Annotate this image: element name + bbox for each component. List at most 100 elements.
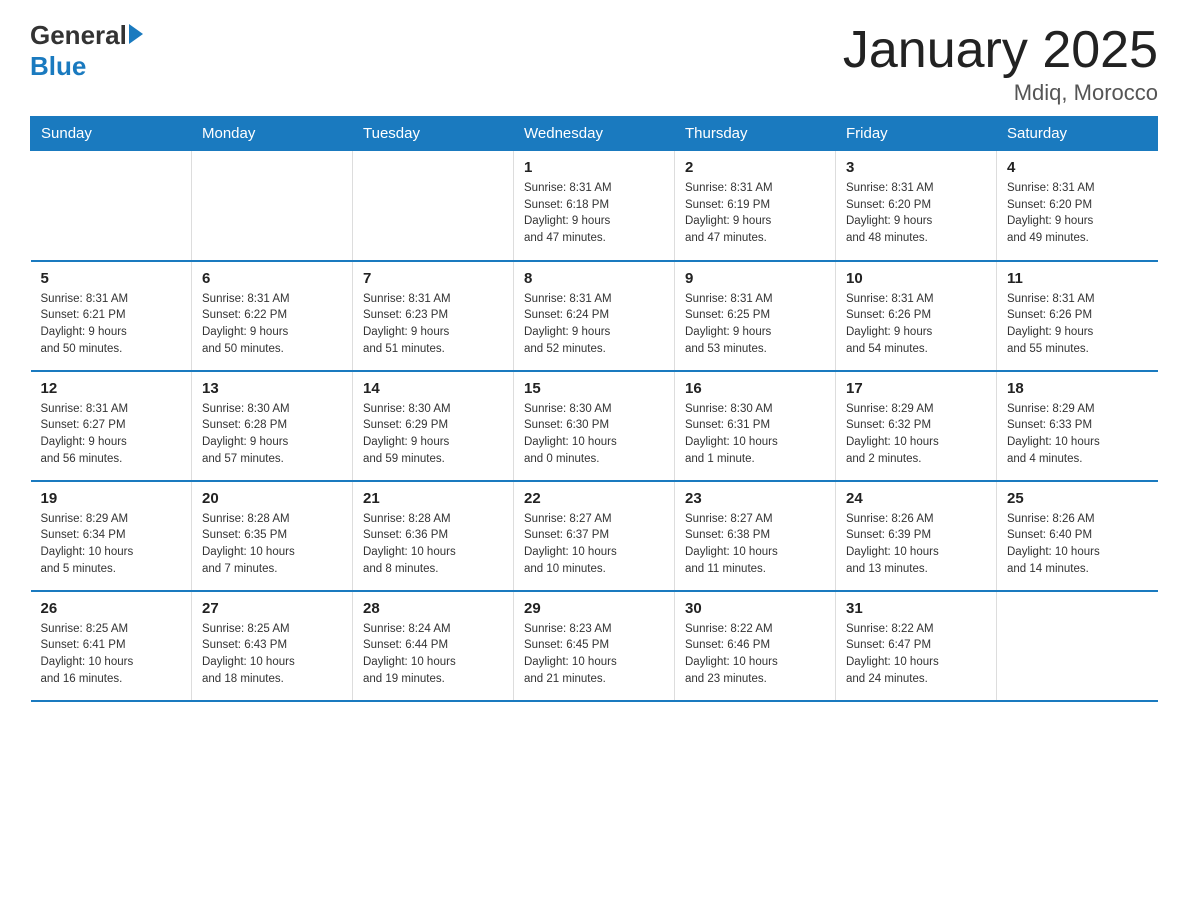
day-number: 15 xyxy=(524,380,664,397)
day-info: Sunrise: 8:25 AM Sunset: 6:43 PM Dayligh… xyxy=(202,621,342,688)
calendar-title: January 2025 xyxy=(843,20,1158,80)
calendar-cell: 24Sunrise: 8:26 AM Sunset: 6:39 PM Dayli… xyxy=(836,481,997,591)
calendar-cell: 1 Sunrise: 8:31 AM Sunset: 6:18 PM Daylig… xyxy=(514,151,675,261)
title-block: January 2025 Mdiq, Morocco xyxy=(843,20,1158,106)
day-info: Sunrise: 8:30 AM Sunset: 6:28 PM Dayligh… xyxy=(202,401,342,468)
calendar-week-row: 19Sunrise: 8:29 AM Sunset: 6:34 PM Dayli… xyxy=(31,481,1158,591)
day-number: 11 xyxy=(1007,270,1148,287)
day-info: Sunrise: 8:31 AM Sunset: 6:24 PM Dayligh… xyxy=(524,291,664,358)
day-number: 20 xyxy=(202,490,342,507)
calendar-cell: 27Sunrise: 8:25 AM Sunset: 6:43 PM Dayli… xyxy=(192,591,353,701)
day-number: 28 xyxy=(363,600,503,617)
calendar-week-row: 1 Sunrise: 8:31 AM Sunset: 6:18 PM Daylig… xyxy=(31,151,1158,261)
day-info: Sunrise: 8:31 AM Sunset: 6:21 PM Dayligh… xyxy=(41,291,182,358)
calendar-cell: 14 Sunrise: 8:30 AM Sunset: 6:29 PM Dayli… xyxy=(353,371,514,481)
day-info: Sunrise: 8:22 AM Sunset: 6:47 PM Dayligh… xyxy=(846,621,986,688)
day-number: 7 xyxy=(363,270,503,287)
calendar-cell: 20 Sunrise: 8:28 AM Sunset: 6:35 PM Dayli… xyxy=(192,481,353,591)
day-info: Sunrise: 8:27 AM Sunset: 6:38 PM Dayligh… xyxy=(685,511,825,578)
day-info: Sunrise: 8:31 AM Sunset: 6:23 PM Dayligh… xyxy=(363,291,503,358)
day-number: 14 xyxy=(363,380,503,397)
calendar-cell: 3 Sunrise: 8:31 AM Sunset: 6:20 PM Daylig… xyxy=(836,151,997,261)
day-number: 16 xyxy=(685,380,825,397)
day-number: 30 xyxy=(685,600,825,617)
day-info: Sunrise: 8:26 AM Sunset: 6:39 PM Dayligh… xyxy=(846,511,986,578)
calendar-cell: 29Sunrise: 8:23 AM Sunset: 6:45 PM Dayli… xyxy=(514,591,675,701)
calendar-cell: 9Sunrise: 8:31 AM Sunset: 6:25 PM Daylig… xyxy=(675,261,836,371)
day-info: Sunrise: 8:30 AM Sunset: 6:29 PM Dayligh… xyxy=(363,401,503,468)
day-info: Sunrise: 8:22 AM Sunset: 6:46 PM Dayligh… xyxy=(685,621,825,688)
calendar-cell: 19Sunrise: 8:29 AM Sunset: 6:34 PM Dayli… xyxy=(31,481,192,591)
day-header-saturday: Saturday xyxy=(997,117,1158,151)
day-number: 4 xyxy=(1007,159,1148,176)
day-number: 25 xyxy=(1007,490,1148,507)
calendar-week-row: 12 Sunrise: 8:31 AM Sunset: 6:27 PM Dayli… xyxy=(31,371,1158,481)
day-number: 17 xyxy=(846,380,986,397)
day-info: Sunrise: 8:31 AM Sunset: 6:22 PM Dayligh… xyxy=(202,291,342,358)
day-number: 9 xyxy=(685,270,825,287)
day-info: Sunrise: 8:31 AM Sunset: 6:19 PM Dayligh… xyxy=(685,180,825,247)
day-number: 13 xyxy=(202,380,342,397)
day-header-thursday: Thursday xyxy=(675,117,836,151)
calendar-cell: 10 Sunrise: 8:31 AM Sunset: 6:26 PM Dayli… xyxy=(836,261,997,371)
calendar-cell: 23 Sunrise: 8:27 AM Sunset: 6:38 PM Dayli… xyxy=(675,481,836,591)
calendar-cell: 18 Sunrise: 8:29 AM Sunset: 6:33 PM Dayli… xyxy=(997,371,1158,481)
calendar-cell: 28 Sunrise: 8:24 AM Sunset: 6:44 PM Dayli… xyxy=(353,591,514,701)
day-number: 5 xyxy=(41,270,182,287)
day-info: Sunrise: 8:29 AM Sunset: 6:33 PM Dayligh… xyxy=(1007,401,1148,468)
day-header-sunday: Sunday xyxy=(31,117,192,151)
day-number: 10 xyxy=(846,270,986,287)
day-number: 23 xyxy=(685,490,825,507)
calendar-cell: 11 Sunrise: 8:31 AM Sunset: 6:26 PM Dayli… xyxy=(997,261,1158,371)
day-info: Sunrise: 8:24 AM Sunset: 6:44 PM Dayligh… xyxy=(363,621,503,688)
calendar-cell: 30 Sunrise: 8:22 AM Sunset: 6:46 PM Dayli… xyxy=(675,591,836,701)
day-number: 12 xyxy=(41,380,182,397)
calendar-cell xyxy=(353,151,514,261)
day-number: 6 xyxy=(202,270,342,287)
day-number: 2 xyxy=(685,159,825,176)
calendar-cell: 15Sunrise: 8:30 AM Sunset: 6:30 PM Dayli… xyxy=(514,371,675,481)
day-header-friday: Friday xyxy=(836,117,997,151)
day-number: 26 xyxy=(41,600,182,617)
page-header: General Blue January 2025 Mdiq, Morocco xyxy=(30,20,1158,106)
calendar-cell xyxy=(192,151,353,261)
day-number: 1 xyxy=(524,159,664,176)
day-number: 31 xyxy=(846,600,986,617)
calendar-table: SundayMondayTuesdayWednesdayThursdayFrid… xyxy=(30,116,1158,702)
calendar-cell: 16Sunrise: 8:30 AM Sunset: 6:31 PM Dayli… xyxy=(675,371,836,481)
calendar-cell: 6 Sunrise: 8:31 AM Sunset: 6:22 PM Daylig… xyxy=(192,261,353,371)
day-info: Sunrise: 8:29 AM Sunset: 6:32 PM Dayligh… xyxy=(846,401,986,468)
day-number: 29 xyxy=(524,600,664,617)
day-info: Sunrise: 8:28 AM Sunset: 6:36 PM Dayligh… xyxy=(363,511,503,578)
day-number: 18 xyxy=(1007,380,1148,397)
day-number: 3 xyxy=(846,159,986,176)
calendar-week-row: 5 Sunrise: 8:31 AM Sunset: 6:21 PM Daylig… xyxy=(31,261,1158,371)
logo: General Blue xyxy=(30,20,143,82)
calendar-cell: 12 Sunrise: 8:31 AM Sunset: 6:27 PM Dayli… xyxy=(31,371,192,481)
day-info: Sunrise: 8:31 AM Sunset: 6:26 PM Dayligh… xyxy=(1007,291,1148,358)
day-number: 22 xyxy=(524,490,664,507)
calendar-cell xyxy=(31,151,192,261)
day-info: Sunrise: 8:31 AM Sunset: 6:27 PM Dayligh… xyxy=(41,401,182,468)
day-info: Sunrise: 8:31 AM Sunset: 6:18 PM Dayligh… xyxy=(524,180,664,247)
calendar-cell: 31 Sunrise: 8:22 AM Sunset: 6:47 PM Dayli… xyxy=(836,591,997,701)
day-header-tuesday: Tuesday xyxy=(353,117,514,151)
calendar-cell xyxy=(997,591,1158,701)
day-number: 21 xyxy=(363,490,503,507)
day-info: Sunrise: 8:31 AM Sunset: 6:26 PM Dayligh… xyxy=(846,291,986,358)
day-info: Sunrise: 8:26 AM Sunset: 6:40 PM Dayligh… xyxy=(1007,511,1148,578)
day-info: Sunrise: 8:25 AM Sunset: 6:41 PM Dayligh… xyxy=(41,621,182,688)
day-info: Sunrise: 8:27 AM Sunset: 6:37 PM Dayligh… xyxy=(524,511,664,578)
calendar-cell: 13 Sunrise: 8:30 AM Sunset: 6:28 PM Dayli… xyxy=(192,371,353,481)
calendar-cell: 25 Sunrise: 8:26 AM Sunset: 6:40 PM Dayli… xyxy=(997,481,1158,591)
logo-triangle-icon xyxy=(129,24,143,44)
day-info: Sunrise: 8:28 AM Sunset: 6:35 PM Dayligh… xyxy=(202,511,342,578)
calendar-cell: 7 Sunrise: 8:31 AM Sunset: 6:23 PM Daylig… xyxy=(353,261,514,371)
day-header-monday: Monday xyxy=(192,117,353,151)
day-header-wednesday: Wednesday xyxy=(514,117,675,151)
day-info: Sunrise: 8:31 AM Sunset: 6:20 PM Dayligh… xyxy=(846,180,986,247)
calendar-cell: 21 Sunrise: 8:28 AM Sunset: 6:36 PM Dayli… xyxy=(353,481,514,591)
day-info: Sunrise: 8:31 AM Sunset: 6:20 PM Dayligh… xyxy=(1007,180,1148,247)
day-number: 8 xyxy=(524,270,664,287)
calendar-week-row: 26 Sunrise: 8:25 AM Sunset: 6:41 PM Dayli… xyxy=(31,591,1158,701)
